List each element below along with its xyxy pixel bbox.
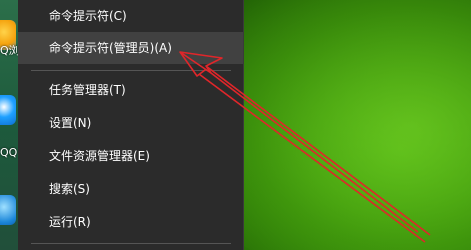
desktop-icon-label: QQ — [0, 146, 18, 159]
context-menu: 命令提示符(C) 命令提示符(管理员)(A) 任务管理器(T) 设置(N) 文件… — [18, 0, 244, 250]
menu-item-settings[interactable]: 设置(N) — [18, 107, 243, 139]
menu-separator — [31, 70, 231, 71]
menu-item-command-prompt-admin[interactable]: 命令提示符(管理员)(A) — [18, 32, 243, 64]
menu-item-command-prompt[interactable]: 命令提示符(C) — [18, 0, 243, 32]
app-icon[interactable] — [0, 195, 16, 225]
menu-item-file-explorer[interactable]: 文件资源管理器(E) — [18, 140, 243, 172]
menu-item-search[interactable]: 搜索(S) — [18, 173, 243, 205]
menu-item-run[interactable]: 运行(R) — [18, 206, 243, 238]
desktop-icon-label: Q浏 — [0, 44, 20, 57]
menu-item-task-manager[interactable]: 任务管理器(T) — [18, 74, 243, 106]
menu-separator — [31, 243, 231, 244]
qq-icon[interactable] — [0, 95, 16, 125]
